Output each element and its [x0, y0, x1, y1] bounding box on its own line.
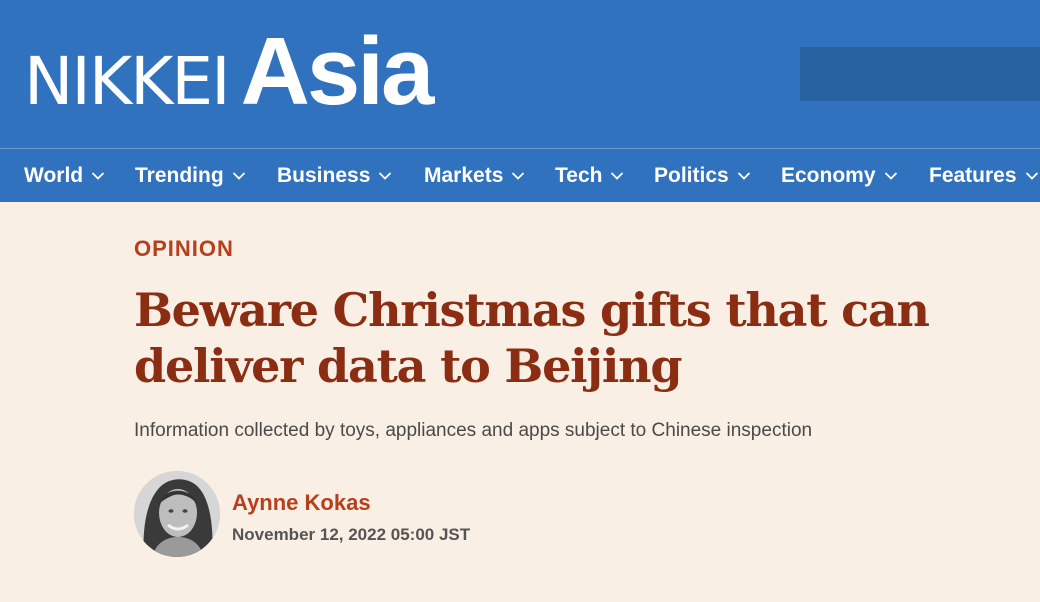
chevron-down-icon	[737, 171, 751, 181]
nav-item-features[interactable]: Features	[929, 149, 1039, 202]
nav-item-markets[interactable]: Markets	[424, 149, 525, 202]
chevron-down-icon	[610, 171, 624, 181]
logo-wordmark-asia: Asia	[240, 18, 435, 125]
nav-item-tech[interactable]: Tech	[555, 149, 624, 202]
chevron-down-icon	[232, 171, 246, 181]
author-portrait-image	[134, 471, 220, 557]
nav-item-trending[interactable]: Trending	[135, 149, 246, 202]
logo-wordmark-nikkei: NIKKEI	[24, 43, 231, 120]
chevron-down-icon	[91, 171, 105, 181]
author-avatar[interactable]	[134, 471, 220, 557]
article-headline: Beware Christmas gifts that can deliver …	[134, 283, 930, 393]
nav-item-label: Markets	[424, 163, 504, 187]
site-header: NIKKEI Asia	[0, 0, 1040, 148]
nav-item-label: Tech	[555, 163, 603, 187]
chevron-down-icon	[1025, 171, 1039, 181]
nav-item-economy[interactable]: Economy	[781, 149, 898, 202]
nav-item-label: Politics	[654, 163, 729, 187]
nikkei-asia-logo[interactable]: NIKKEI Asia	[24, 18, 435, 125]
publish-date: November 12, 2022 05:00 JST	[232, 525, 471, 544]
nav-item-label: Features	[929, 163, 1017, 187]
header-ad-box	[800, 47, 1040, 101]
main-nav: World Trending Business Markets Tech Pol…	[0, 148, 1040, 202]
author-name[interactable]: Aynne Kokas	[232, 490, 371, 516]
nav-item-world[interactable]: World	[24, 149, 105, 202]
nav-item-label: Trending	[135, 163, 224, 187]
nav-item-politics[interactable]: Politics	[654, 149, 751, 202]
section-kicker[interactable]: OPINION	[134, 236, 234, 262]
nav-item-business[interactable]: Business	[277, 149, 392, 202]
nav-item-label: World	[24, 163, 84, 187]
chevron-down-icon	[884, 171, 898, 181]
article-subhead: Information collected by toys, appliance…	[134, 420, 813, 441]
chevron-down-icon	[378, 171, 392, 181]
nav-item-label: Economy	[781, 163, 876, 187]
nav-item-label: Business	[277, 163, 371, 187]
chevron-down-icon	[511, 171, 525, 181]
